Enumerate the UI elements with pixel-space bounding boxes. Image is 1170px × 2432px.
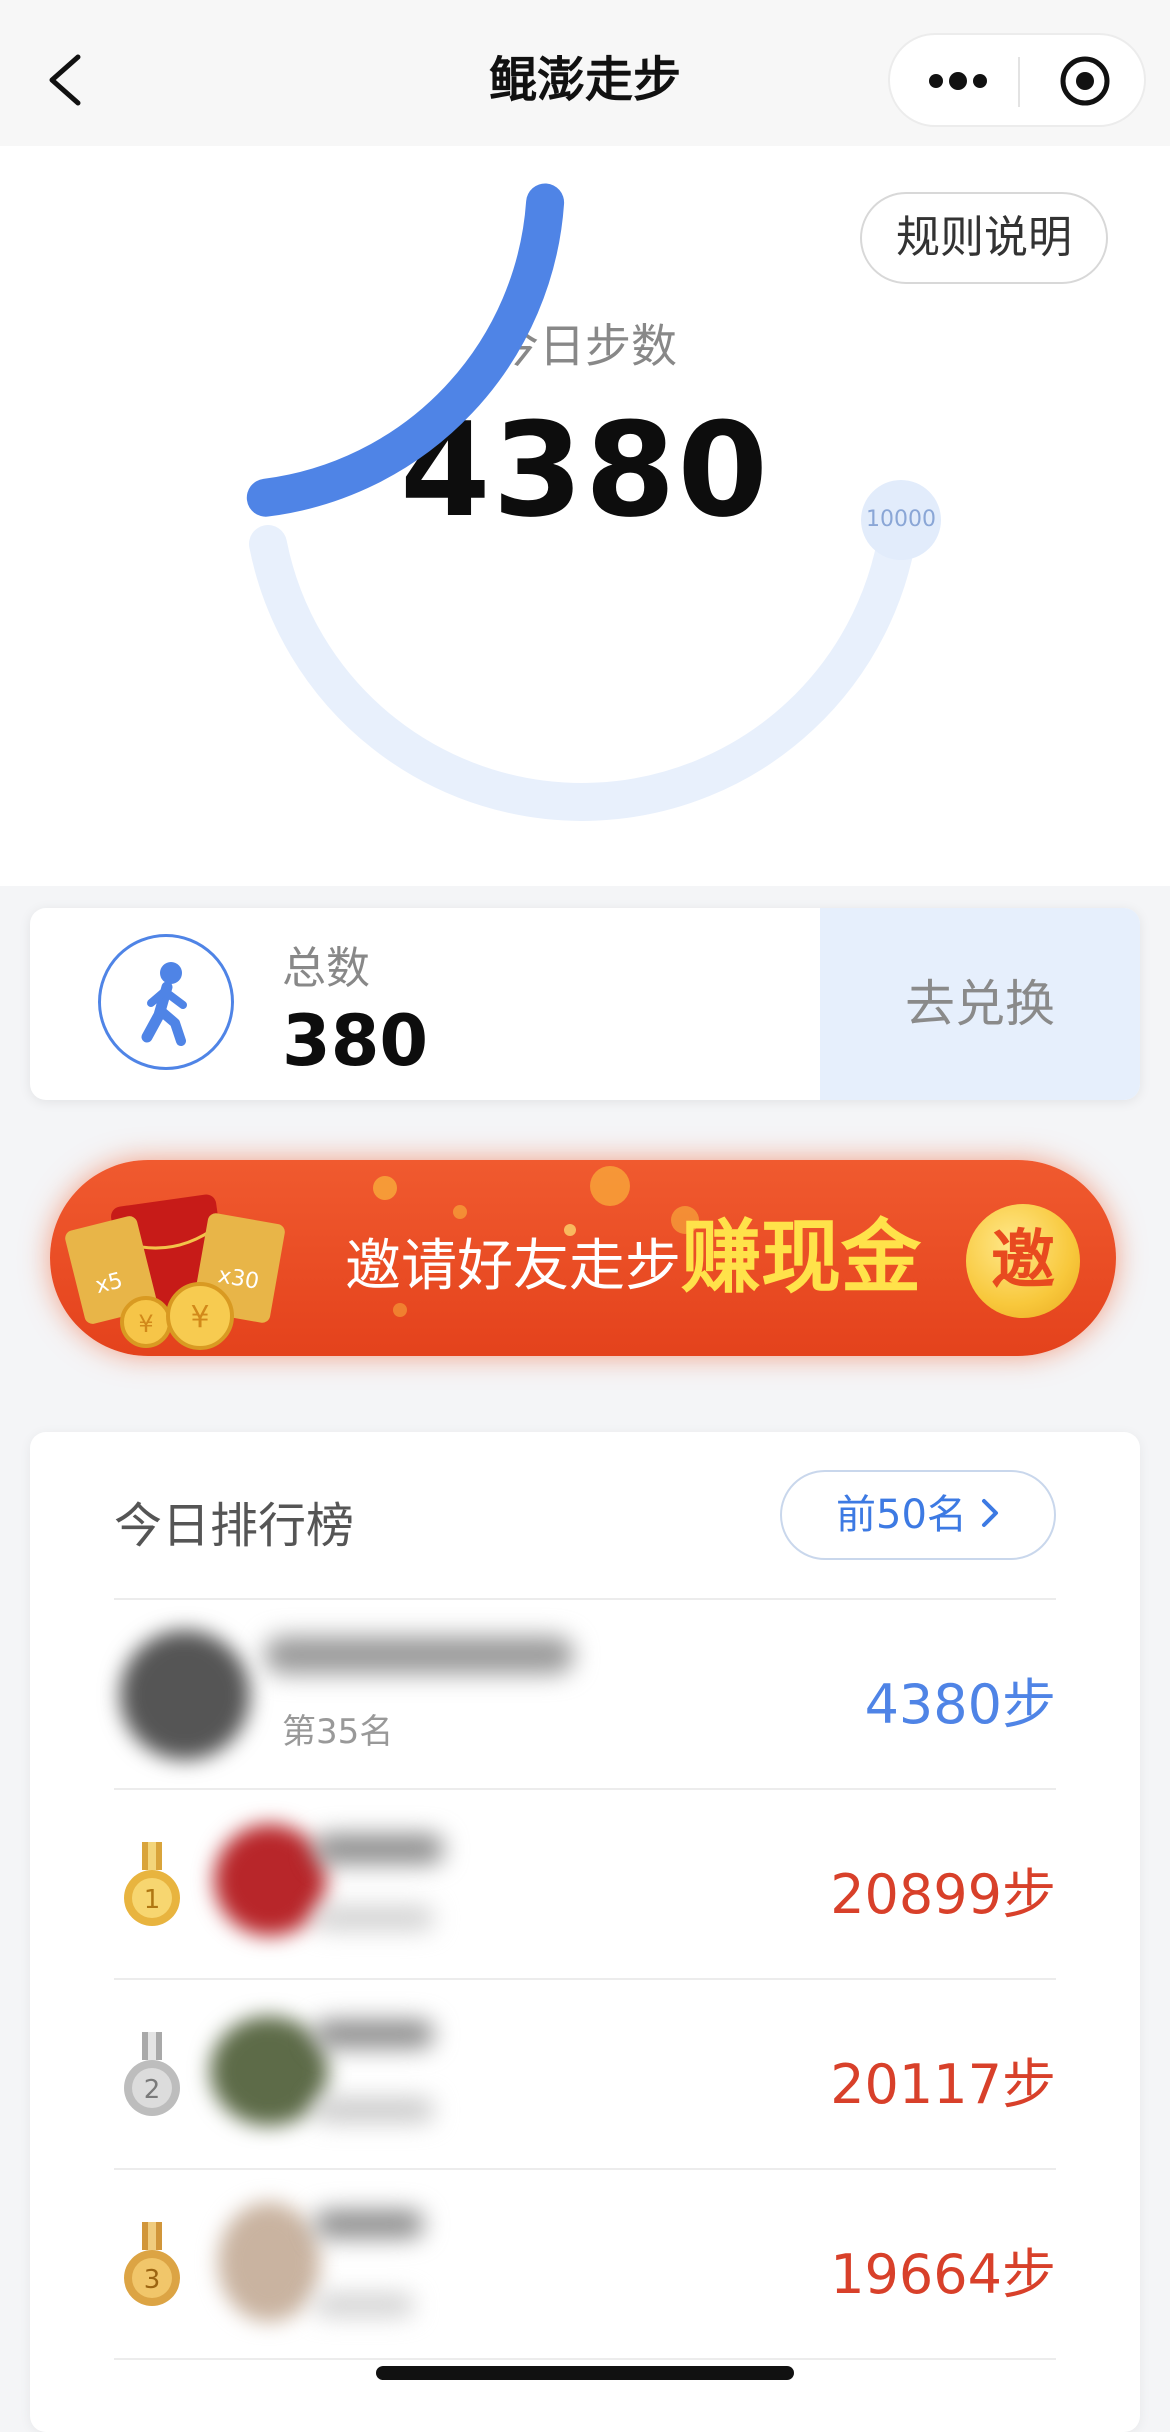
invite-text-highlight: 赚现金 xyxy=(681,1211,921,1304)
avatar xyxy=(210,2016,328,2126)
svg-text:¥: ¥ xyxy=(138,1310,153,1338)
chevron-right-icon xyxy=(980,1481,1000,1567)
my-rank-label: 第35名 xyxy=(282,1712,394,1752)
invite-text: 邀请好友走步赚现金 xyxy=(345,1160,921,1356)
gold-medal-icon: 1 xyxy=(120,1840,184,1936)
username-blurred xyxy=(314,1834,444,1864)
ranking-steps: 20117步 xyxy=(830,2053,1056,2116)
top-50-label: 前50名 xyxy=(836,1492,967,1538)
ranking-steps: 19664步 xyxy=(830,2243,1056,2306)
ranking-card: 今日排行榜 前50名 第35名 4380步 1 20899步 2 20117步 … xyxy=(30,1432,1140,2432)
mini-program-capsule xyxy=(888,33,1146,127)
ranking-steps: 20899步 xyxy=(830,1863,1056,1926)
close-mini-program-icon[interactable] xyxy=(1050,55,1120,107)
bronze-medal-icon: 3 xyxy=(120,2220,184,2316)
navigation-bar: 鲲澎走步 xyxy=(0,0,1170,146)
back-icon[interactable] xyxy=(40,45,100,115)
exchange-button[interactable]: 去兑换 xyxy=(820,908,1140,1100)
avatar xyxy=(214,1824,326,1936)
medal-number: 3 xyxy=(144,2265,161,2295)
my-steps: 4380步 xyxy=(864,1673,1056,1736)
capsule-divider xyxy=(1018,57,1020,107)
ranking-title: 今日排行榜 xyxy=(114,1498,355,1554)
invite-friends-banner[interactable]: ¥ ¥ x5 x30 邀请好友走步赚现金 邀 xyxy=(50,1160,1116,1356)
username-blurred xyxy=(314,2210,424,2238)
total-label: 总数 xyxy=(282,943,370,994)
walking-person-icon xyxy=(98,934,234,1070)
invite-badge: 邀 xyxy=(966,1204,1080,1318)
avatar xyxy=(120,1630,250,1760)
username-blurred xyxy=(314,1906,434,1930)
silver-medal-icon: 2 xyxy=(120,2030,184,2126)
today-steps-value: 4380 xyxy=(400,394,770,546)
today-steps-label: 今日步数 xyxy=(493,319,677,373)
home-indicator xyxy=(376,2366,794,2380)
ranking-row[interactable]: 2 20117步 xyxy=(114,1980,1056,2168)
total-value: 380 xyxy=(282,1000,429,1082)
rules-button[interactable]: 规则说明 xyxy=(860,192,1108,284)
username-blurred xyxy=(314,2294,414,2316)
ranking-row[interactable]: 1 20899步 xyxy=(114,1790,1056,1978)
total-card: 总数 380 去兑换 xyxy=(30,908,1140,1100)
ranking-row[interactable]: 3 19664步 xyxy=(114,2170,1056,2358)
more-icon[interactable] xyxy=(920,55,996,107)
medal-number: 1 xyxy=(144,1885,161,1915)
username-blurred xyxy=(314,2020,434,2048)
avatar xyxy=(218,2202,320,2322)
invite-text-main: 邀请好友走步 xyxy=(345,1234,681,1299)
medal-number: 2 xyxy=(144,2075,161,2105)
top-50-button[interactable]: 前50名 xyxy=(780,1470,1056,1560)
username-blurred xyxy=(314,2098,434,2122)
divider xyxy=(114,2358,1056,2360)
goal-badge: 10000 xyxy=(861,480,941,560)
svg-text:¥: ¥ xyxy=(190,1300,209,1335)
my-ranking-row[interactable]: 第35名 4380步 xyxy=(114,1600,1056,1788)
username-blurred xyxy=(264,1636,574,1674)
